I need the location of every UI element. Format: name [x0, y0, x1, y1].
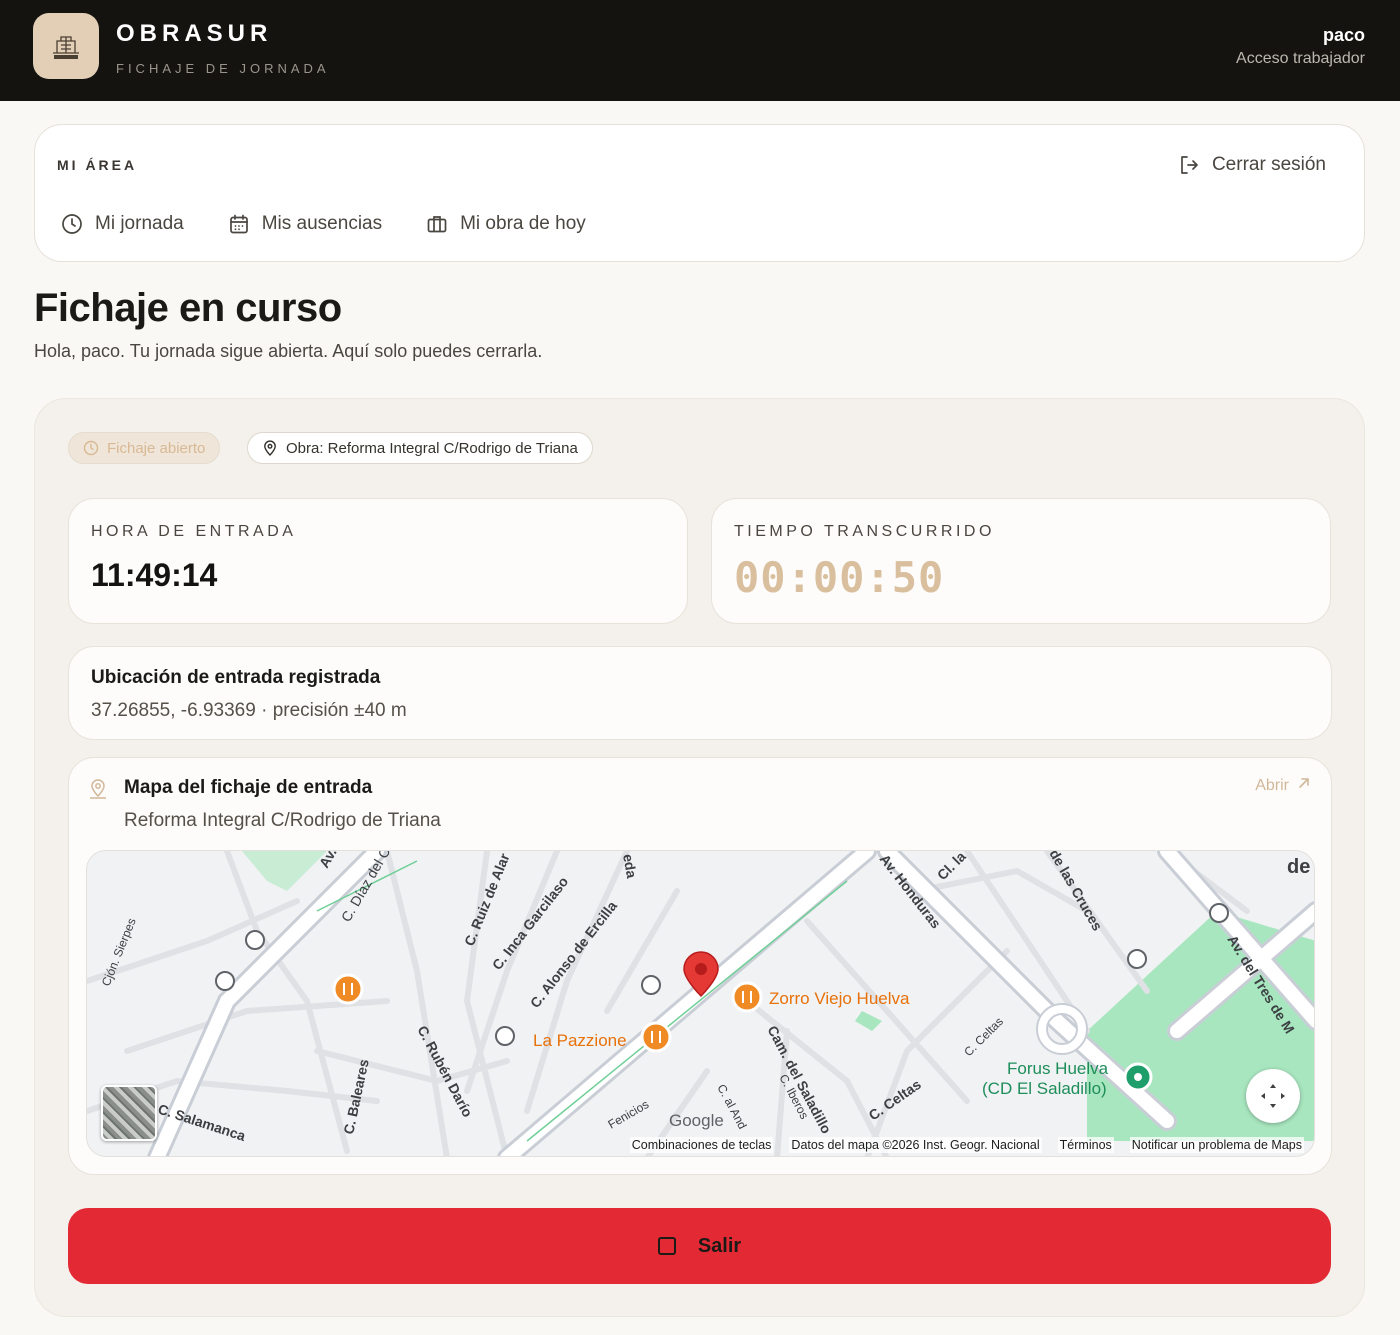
entry-location-title: Ubicación de entrada registrada — [91, 667, 381, 688]
map-subtitle: Reforma Integral C/Rodrigo de Triana — [124, 810, 441, 831]
logout-label: Cerrar sesión — [1211, 154, 1326, 175]
status-badge: Fichaje abierto — [68, 432, 221, 464]
map-label-de: de — [1287, 856, 1310, 878]
entry-time-card: HORA DE ENTRADA 11:49:14 — [68, 498, 688, 624]
entry-time-label: HORA DE ENTRADA — [91, 523, 297, 540]
map-view[interactable]: Zorro Viejo Huelva La Pazzione Forus Hue… — [86, 850, 1315, 1157]
nav-label: Mis ausencias — [261, 213, 383, 234]
elapsed-time-value: 00:00:50 — [734, 553, 945, 602]
location-pin-icon — [262, 440, 278, 456]
map-footer-terms[interactable]: Términos — [1057, 1137, 1114, 1153]
stop-icon — [657, 1237, 676, 1255]
clock-icon — [61, 213, 83, 235]
exit-button[interactable]: Salir — [68, 1208, 1331, 1284]
building-logo-icon — [53, 36, 79, 59]
status-label: Fichaje abierto — [107, 439, 206, 457]
fichaje-panel: Fichaje abierto Obra: Reforma Integral C… — [34, 398, 1365, 1317]
map-user-pin-icon — [86, 776, 110, 805]
map-footer-data: Datos del mapa ©2026 Inst. Geogr. Nacion… — [789, 1137, 1042, 1153]
exit-label: Salir — [697, 1234, 742, 1257]
company-logo[interactable] — [33, 13, 99, 79]
map-title: Mapa del fichaje de entrada — [124, 777, 373, 798]
elapsed-time-label: TIEMPO TRANSCURRIDO — [734, 523, 995, 540]
nav-mi-jornada[interactable]: Mi jornada — [61, 213, 184, 235]
briefcase-icon — [426, 213, 448, 235]
brand-name: OBRASUR — [116, 20, 273, 47]
page-subtitle: Hola, paco. Tu jornada sigue abierta. Aq… — [34, 341, 543, 361]
area-title: MI ÁREA — [57, 157, 138, 173]
open-map-label: Abrir — [1255, 776, 1289, 794]
map-footer: Combinaciones de teclas Datos del mapa ©… — [87, 1134, 1314, 1156]
user-role: Acceso trabajador — [1236, 50, 1365, 67]
clock-icon — [83, 440, 99, 456]
nav-label: Mi obra de hoy — [460, 213, 586, 234]
brand-subtitle: FICHAJE DE JORNADA — [116, 61, 330, 76]
map-label-pazzione: La Pazzione — [533, 1031, 627, 1050]
satellite-layer-button[interactable] — [101, 1085, 157, 1141]
area-card: MI ÁREA Cerrar sesión Mi jornada Mis aus… — [34, 124, 1365, 262]
map-card: Mapa del fichaje de entrada Reforma Inte… — [68, 757, 1332, 1175]
open-map-link[interactable]: Abrir — [1255, 776, 1311, 795]
external-arrow-icon — [1297, 776, 1311, 795]
map-label-zorro: Zorro Viejo Huelva — [769, 989, 910, 1008]
entry-time-value: 11:49:14 — [91, 557, 218, 593]
obra-badge: Obra: Reforma Integral C/Rodrigo de Tria… — [247, 432, 593, 464]
logout-button[interactable]: Cerrar sesión — [1178, 154, 1326, 176]
top-bar: OBRASUR FICHAJE DE JORNADA paco Acceso t… — [0, 0, 1400, 101]
nav-mi-obra-de-hoy[interactable]: Mi obra de hoy — [426, 213, 586, 235]
obra-label: Obra: Reforma Integral C/Rodrigo de Tria… — [286, 439, 578, 457]
user-name: paco — [1322, 25, 1365, 45]
nav-mis-ausencias[interactable]: Mis ausencias — [228, 213, 382, 235]
entry-location-card: Ubicación de entrada registrada 37.26855… — [68, 646, 1332, 740]
map-label-forus-2: (CD El Saladillo) — [982, 1079, 1107, 1098]
google-logo: Google — [669, 1111, 724, 1130]
elapsed-time-card: TIEMPO TRANSCURRIDO 00:00:50 — [711, 498, 1331, 624]
map-footer-keyboard[interactable]: Combinaciones de teclas — [629, 1137, 774, 1153]
fullscreen-button[interactable] — [1246, 1069, 1300, 1123]
calendar-icon — [228, 213, 250, 235]
nav-label: Mi jornada — [95, 213, 184, 234]
map-footer-report[interactable]: Notificar un problema de Maps — [1129, 1137, 1304, 1153]
page-title: Fichaje en curso — [34, 286, 342, 330]
area-nav: Mi jornada Mis ausencias Mi obra de hoy — [61, 213, 586, 235]
map-label-forus-1: Forus Huelva — [1007, 1059, 1109, 1078]
entry-location-coordinates: 37.26855, -6.93369 · precisión ±40 m — [91, 700, 407, 721]
fullscreen-icon — [1261, 1084, 1285, 1108]
logout-icon — [1178, 154, 1200, 176]
